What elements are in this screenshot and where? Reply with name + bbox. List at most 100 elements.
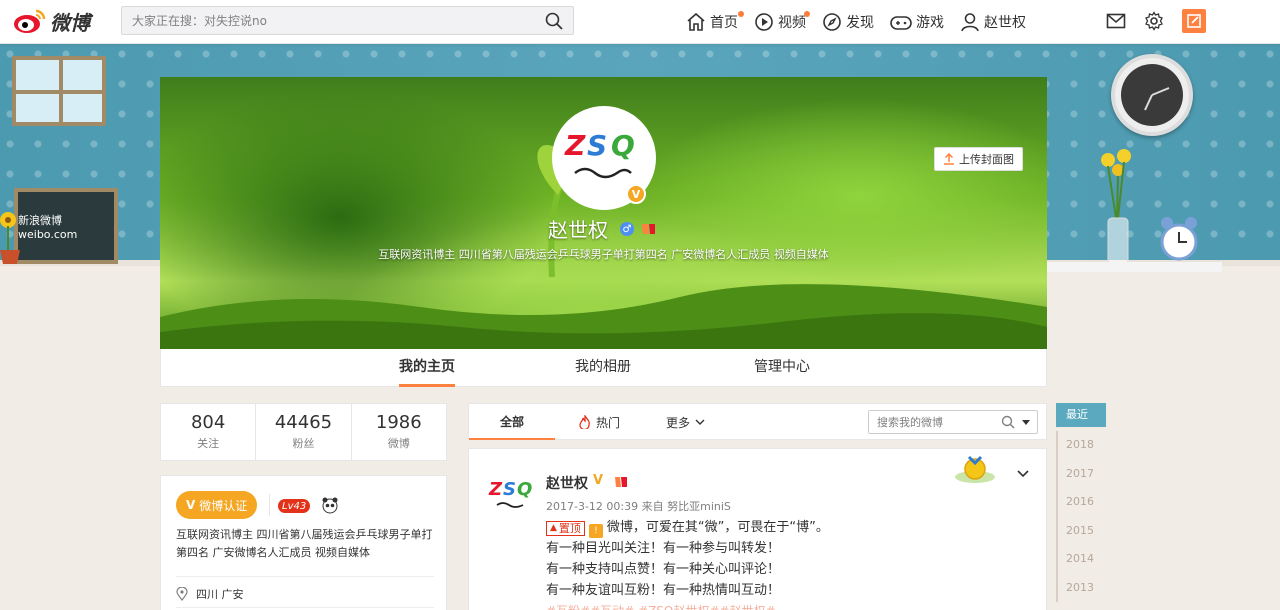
chevron-down-icon[interactable] — [1016, 467, 1030, 481]
weibo-eye-icon — [14, 9, 46, 33]
nav-profile-label: 赵世权 — [984, 15, 1026, 31]
bulb-icon: ! — [588, 524, 603, 538]
nav-game-label: 游戏 — [916, 15, 944, 31]
medal-icon[interactable] — [640, 222, 658, 236]
feed-search-input[interactable] — [869, 411, 999, 433]
chevron-down-icon — [695, 419, 705, 425]
svg-text:Z: Z — [564, 129, 586, 162]
svg-text:Q: Q — [517, 479, 532, 500]
divider — [176, 607, 434, 608]
caret-down-icon[interactable] — [1021, 419, 1031, 427]
timeline-2013[interactable]: 2013 — [1056, 573, 1106, 602]
search-icon[interactable] — [1001, 415, 1015, 429]
zsq-logo-avatar: Z S Q — [564, 129, 635, 179]
post-hashtags[interactable]: #互粉##互动# #ZSQ赵世权##赵世权# — [546, 601, 1026, 610]
verification-label: 微博认证 — [199, 498, 248, 513]
svg-text:Z: Z — [488, 479, 503, 500]
level-badge[interactable]: Lv43 — [278, 499, 311, 513]
sunflower-decoration — [0, 212, 20, 264]
compose-icon[interactable] — [1182, 9, 1206, 33]
stat-followers[interactable]: 44465 粉丝 — [256, 404, 352, 460]
stats-box: 804 关注 44465 粉丝 1986 微博 — [160, 403, 447, 461]
nav-home[interactable]: 首页 — [686, 0, 744, 44]
feed-tabs: 全部 热门 更多 — [468, 403, 1047, 440]
nav-discover-label: 发现 — [846, 15, 874, 31]
global-search — [121, 6, 574, 35]
weibo-logo[interactable]: 微博 — [12, 6, 90, 36]
profile-bio: 互联网资讯博主 四川省第八届残运会乒乓球男子单打第四名 广安微博名人汇成员 视频… — [378, 248, 829, 261]
tool-icons — [1106, 9, 1224, 33]
feed-tab-more[interactable]: 更多 — [666, 404, 706, 440]
flower-vase-decoration — [1101, 149, 1131, 265]
svg-text:Q: Q — [611, 129, 635, 162]
timeline-2017[interactable]: 2017 — [1056, 459, 1106, 488]
timeline-2014[interactable]: 2014 — [1056, 545, 1106, 574]
shelf-decoration — [1046, 262, 1222, 272]
nav-profile[interactable]: 赵世权 — [960, 0, 1026, 44]
tab-management[interactable]: 管理中心 — [754, 349, 810, 387]
verified-badge: V — [626, 184, 646, 204]
posts-label: 微博 — [387, 437, 410, 450]
upload-cover-button[interactable]: 上传封面图 — [934, 147, 1023, 171]
top-navbar: 微博 首页 视频 发现 游戏 赵世权 — [0, 0, 1280, 44]
notification-dot — [804, 11, 810, 17]
clock-decoration — [1111, 54, 1193, 136]
gold-medal-badge-icon — [955, 455, 995, 483]
feed-tab-hot[interactable]: 热门 — [579, 404, 620, 440]
verification-button[interactable]: V 微博认证 — [176, 491, 258, 519]
search-input[interactable] — [122, 7, 522, 34]
gamepad-icon — [890, 16, 912, 30]
mail-icon[interactable] — [1106, 9, 1126, 33]
nav-video[interactable]: 视频 — [754, 0, 810, 44]
user-icon — [961, 13, 979, 32]
post-author[interactable]: 赵世权 — [546, 473, 588, 493]
timeline-2015[interactable]: 2015 — [1056, 516, 1106, 545]
upload-cover-label: 上传封面图 — [959, 153, 1014, 166]
post-line: 有一种友谊叫互粉！有一种热情叫互动！ — [546, 583, 781, 598]
svg-text:S: S — [587, 129, 607, 162]
followers-count: 44465 — [274, 412, 333, 433]
location-row: 四川 广安 — [176, 586, 438, 602]
year-timeline: 最近 2018 2017 2016 2015 2014 2013 — [1056, 403, 1106, 602]
feed-tab-hot-label: 热门 — [596, 415, 621, 430]
location-pin-icon — [176, 587, 188, 601]
feed-search — [868, 410, 1038, 434]
nav-discover[interactable]: 发现 — [822, 0, 874, 44]
divider — [269, 494, 270, 516]
nav-video-label: 视频 — [778, 15, 806, 31]
post-line-text: 微博，可爱在其“微”，可畏在于“博”。 — [606, 520, 829, 535]
timeline-2016[interactable]: 2016 — [1056, 488, 1106, 517]
post-line: 有一种目光叫关注！有一种参与叫转发！ — [546, 541, 781, 556]
chalkboard-decoration: 新浪微博 weibo.com — [14, 188, 118, 264]
chalkboard-text: 新浪微博 weibo.com — [18, 213, 78, 241]
following-label: 关注 — [197, 437, 220, 450]
profile-name: 赵世权 — [548, 218, 608, 242]
male-icon: ♂ — [620, 222, 634, 236]
timeline-2018[interactable]: 2018 — [1056, 431, 1106, 460]
post-meta[interactable]: 2017-3-12 00:39 来自 努比亚miniS — [546, 498, 731, 514]
window-decoration — [12, 56, 106, 126]
tab-my-home[interactable]: 我的主页 — [399, 349, 455, 387]
upload-icon — [944, 153, 954, 165]
profile-description: 互联网资讯博主 四川省第八届残运会乒乓球男子单打第四名 广安微博名人汇成员 视频… — [176, 528, 433, 559]
tab-my-album[interactable]: 我的相册 — [575, 349, 631, 387]
medal-icon[interactable] — [613, 475, 629, 489]
panda-icon[interactable] — [321, 496, 339, 514]
feed-tab-all[interactable]: 全部 — [469, 404, 555, 440]
v-icon: V — [186, 498, 196, 512]
stat-posts[interactable]: 1986 微博 — [352, 404, 446, 460]
alarm-clock-decoration — [1160, 217, 1198, 261]
stat-following[interactable]: 804 关注 — [161, 404, 257, 460]
nav-game[interactable]: 游戏 — [890, 0, 944, 44]
settings-icon[interactable] — [1144, 9, 1164, 33]
pinned-label: 置顶 — [558, 522, 581, 535]
post-avatar[interactable]: Z S Q — [487, 473, 539, 513]
feed-tab-more-label: 更多 — [666, 415, 691, 430]
main-nav: 首页 视频 发现 游戏 赵世权 — [686, 0, 1042, 44]
pin-icon: ▲ — [550, 523, 557, 533]
search-icon[interactable] — [545, 12, 563, 30]
svg-text:S: S — [503, 479, 516, 500]
timeline-recent[interactable]: 最近 — [1056, 403, 1106, 427]
logo-text: 微博 — [50, 10, 90, 35]
home-icon — [687, 12, 705, 31]
